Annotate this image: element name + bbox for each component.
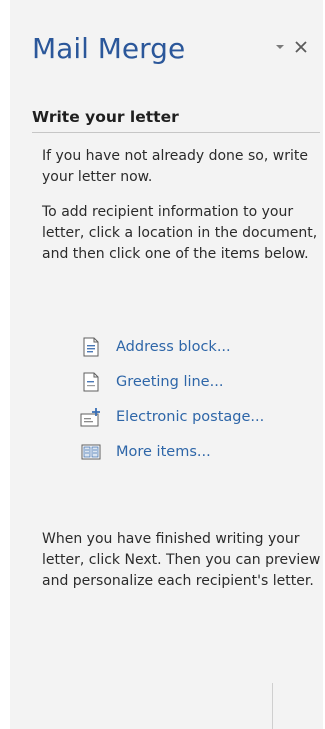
pane-title-bar: Mail Merge — [10, 20, 323, 80]
greeting-line-icon — [80, 371, 102, 393]
electronic-postage-icon — [80, 406, 102, 428]
more-items-label: More items... — [116, 443, 211, 460]
section-heading: Write your letter — [32, 108, 179, 126]
pane-bottom-divider — [272, 683, 273, 729]
outro-text: When you have finished writing your lett… — [42, 531, 321, 589]
mail-merge-pane: Mail Merge Write your letter If you have… — [10, 0, 323, 729]
chevron-down-icon[interactable] — [273, 40, 287, 54]
address-block-icon — [80, 336, 102, 358]
electronic-postage-link[interactable]: Electronic postage... — [80, 399, 320, 434]
greeting-line-link[interactable]: Greeting line... — [80, 364, 320, 399]
intro-text: If you have not already done so, write y… — [42, 148, 308, 185]
pane-title: Mail Merge — [32, 32, 186, 65]
address-block-link[interactable]: Address block... — [80, 329, 320, 364]
more-items-link[interactable]: More items... — [80, 434, 320, 469]
electronic-postage-label: Electronic postage... — [116, 408, 265, 425]
pane-controls — [273, 37, 309, 57]
greeting-line-label: Greeting line... — [116, 373, 224, 390]
merge-field-links: Address block... Greeting line... Electr… — [80, 329, 320, 469]
more-items-icon — [80, 441, 102, 463]
instructions-text: To add recipient information to your let… — [42, 204, 318, 262]
address-block-label: Address block... — [116, 338, 231, 355]
close-icon[interactable] — [293, 39, 309, 55]
section-divider — [32, 132, 320, 133]
